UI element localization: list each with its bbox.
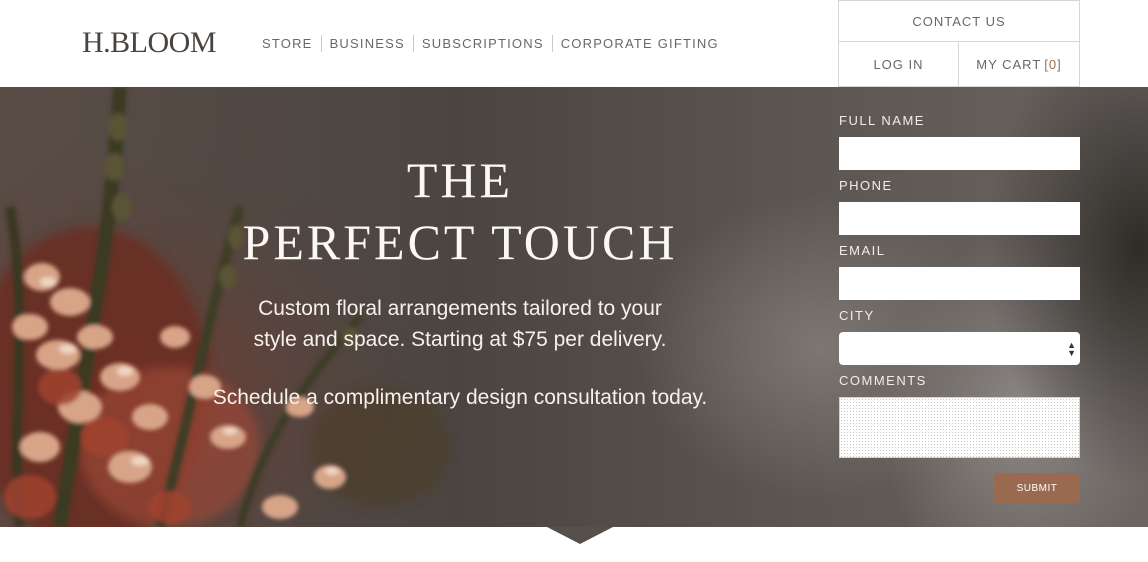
hero-subtitle-line-1: Custom floral arrangements tailored to y… — [258, 297, 662, 320]
city-label: CITY — [839, 308, 875, 323]
comments-label: COMMENTS — [839, 373, 927, 388]
comments-textarea[interactable] — [839, 397, 1080, 458]
nav-corporate-gifting[interactable]: CORPORATE GIFTING — [553, 35, 727, 52]
hero-subtitle-line-2: style and space. Starting at $75 per del… — [253, 328, 667, 351]
consultation-form: FULL NAME PHONE EMAIL CITY ▲ ▼ COMMENTS S… — [839, 87, 1080, 527]
email-label: EMAIL — [839, 243, 886, 258]
log-in-link[interactable]: LOG IN — [838, 41, 959, 87]
hero-cta-text: Schedule a complimentary design consulta… — [212, 386, 708, 409]
select-arrows-icon: ▲ ▼ — [1067, 339, 1076, 358]
city-select[interactable]: ▲ ▼ — [839, 332, 1080, 365]
hero-banner: THE PERFECT TOUCH Custom floral arrangem… — [0, 87, 1148, 527]
email-input[interactable] — [839, 267, 1080, 300]
phone-label: PHONE — [839, 178, 893, 193]
hero-subtitle: Custom floral arrangements tailored to y… — [190, 293, 730, 355]
site-header: H.BLOOM STORE BUSINESS SUBSCRIPTIONS COR… — [0, 0, 1148, 87]
nav-business[interactable]: BUSINESS — [322, 35, 413, 52]
phone-input[interactable] — [839, 202, 1080, 235]
full-name-label: FULL NAME — [839, 113, 925, 128]
hero-title: THE PERFECT TOUCH — [200, 149, 720, 273]
my-cart-link[interactable]: MY CART [0] — [958, 41, 1080, 87]
hero-title-line-1: THE — [406, 152, 514, 208]
hero-title-line-2: PERFECT TOUCH — [242, 214, 678, 270]
submit-button[interactable]: SUBMIT — [994, 473, 1080, 503]
full-name-input[interactable] — [839, 137, 1080, 170]
main-nav: STORE BUSINESS SUBSCRIPTIONS CORPORATE G… — [262, 35, 727, 52]
cart-label: MY CART — [976, 56, 1042, 72]
account-links: CONTACT US LOG IN MY CART [0] — [838, 0, 1080, 87]
nav-store[interactable]: STORE — [262, 35, 321, 52]
cart-count: [0] — [1044, 56, 1062, 72]
nav-subscriptions[interactable]: SUBSCRIPTIONS — [414, 35, 552, 52]
logo[interactable]: H.BLOOM — [82, 26, 217, 60]
contact-us-link[interactable]: CONTACT US — [838, 0, 1080, 42]
hero-pointer-arrow — [547, 527, 613, 544]
